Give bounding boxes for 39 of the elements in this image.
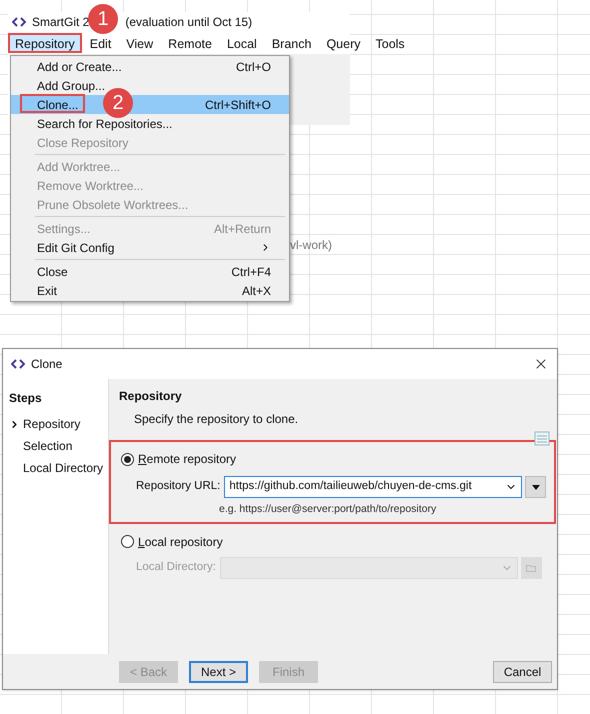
menu-item[interactable]: Close Ctrl+F4 <box>11 262 289 281</box>
step-callout: 1 <box>88 4 118 34</box>
app-logo-icon <box>12 17 26 27</box>
step-item[interactable]: Local Directory <box>23 459 104 477</box>
menu-bar-item[interactable]: Branch <box>264 33 318 53</box>
menu-bar-item[interactable]: Edit <box>82 33 118 53</box>
menu-bar-item[interactable]: Tools <box>368 33 412 53</box>
list-icon <box>533 431 551 447</box>
dialog-button[interactable]: Cancel <box>493 660 552 682</box>
dialog-button[interactable]: Next > <box>189 660 248 682</box>
step-item[interactable]: Repository <box>23 415 80 433</box>
section-description: Specify the repository to clone. <box>134 411 300 428</box>
window-title: SmartGit 2 <box>32 14 90 31</box>
radio-label: Local repository <box>138 534 223 551</box>
app-logo-icon <box>11 359 25 369</box>
steps-heading: Steps <box>9 390 43 407</box>
menu-bar-item[interactable]: Repository <box>8 33 82 53</box>
menu-bar-item[interactable]: Query <box>319 33 368 53</box>
menu-bar-item[interactable]: View <box>119 33 160 53</box>
field-hint: e.g. https://user@server:port/path/to/repository <box>219 502 438 517</box>
menu-bar-item[interactable]: Remote <box>161 33 219 53</box>
field-label: Repository URL: <box>136 479 220 494</box>
section-title: Repository <box>119 388 183 405</box>
dialog-title: Clone <box>31 356 64 373</box>
menu-bar-item[interactable]: Local <box>220 33 264 53</box>
step-item[interactable]: Selection <box>23 437 72 455</box>
folder-icon <box>526 564 536 572</box>
window-title-suffix: (evaluation until Oct 15) <box>125 14 252 31</box>
field-label: Local Directory: <box>136 560 216 576</box>
menu-item[interactable]: Edit Git Config <box>11 238 289 257</box>
highlight-frame <box>20 94 85 113</box>
radio-label: Remote repository <box>138 451 236 468</box>
background-text: vl-work) <box>290 237 332 254</box>
menu-item[interactable]: Exit Alt+X <box>11 281 289 300</box>
radio-button[interactable] <box>121 452 134 466</box>
menu-item[interactable]: Add or Create... Ctrl+O <box>11 57 289 76</box>
dropdown-button[interactable] <box>525 476 546 498</box>
triangle-down-icon <box>532 484 540 490</box>
url-field[interactable]: https://github.com/tailieuweb/chuyen-de-cms.git <box>224 476 522 498</box>
